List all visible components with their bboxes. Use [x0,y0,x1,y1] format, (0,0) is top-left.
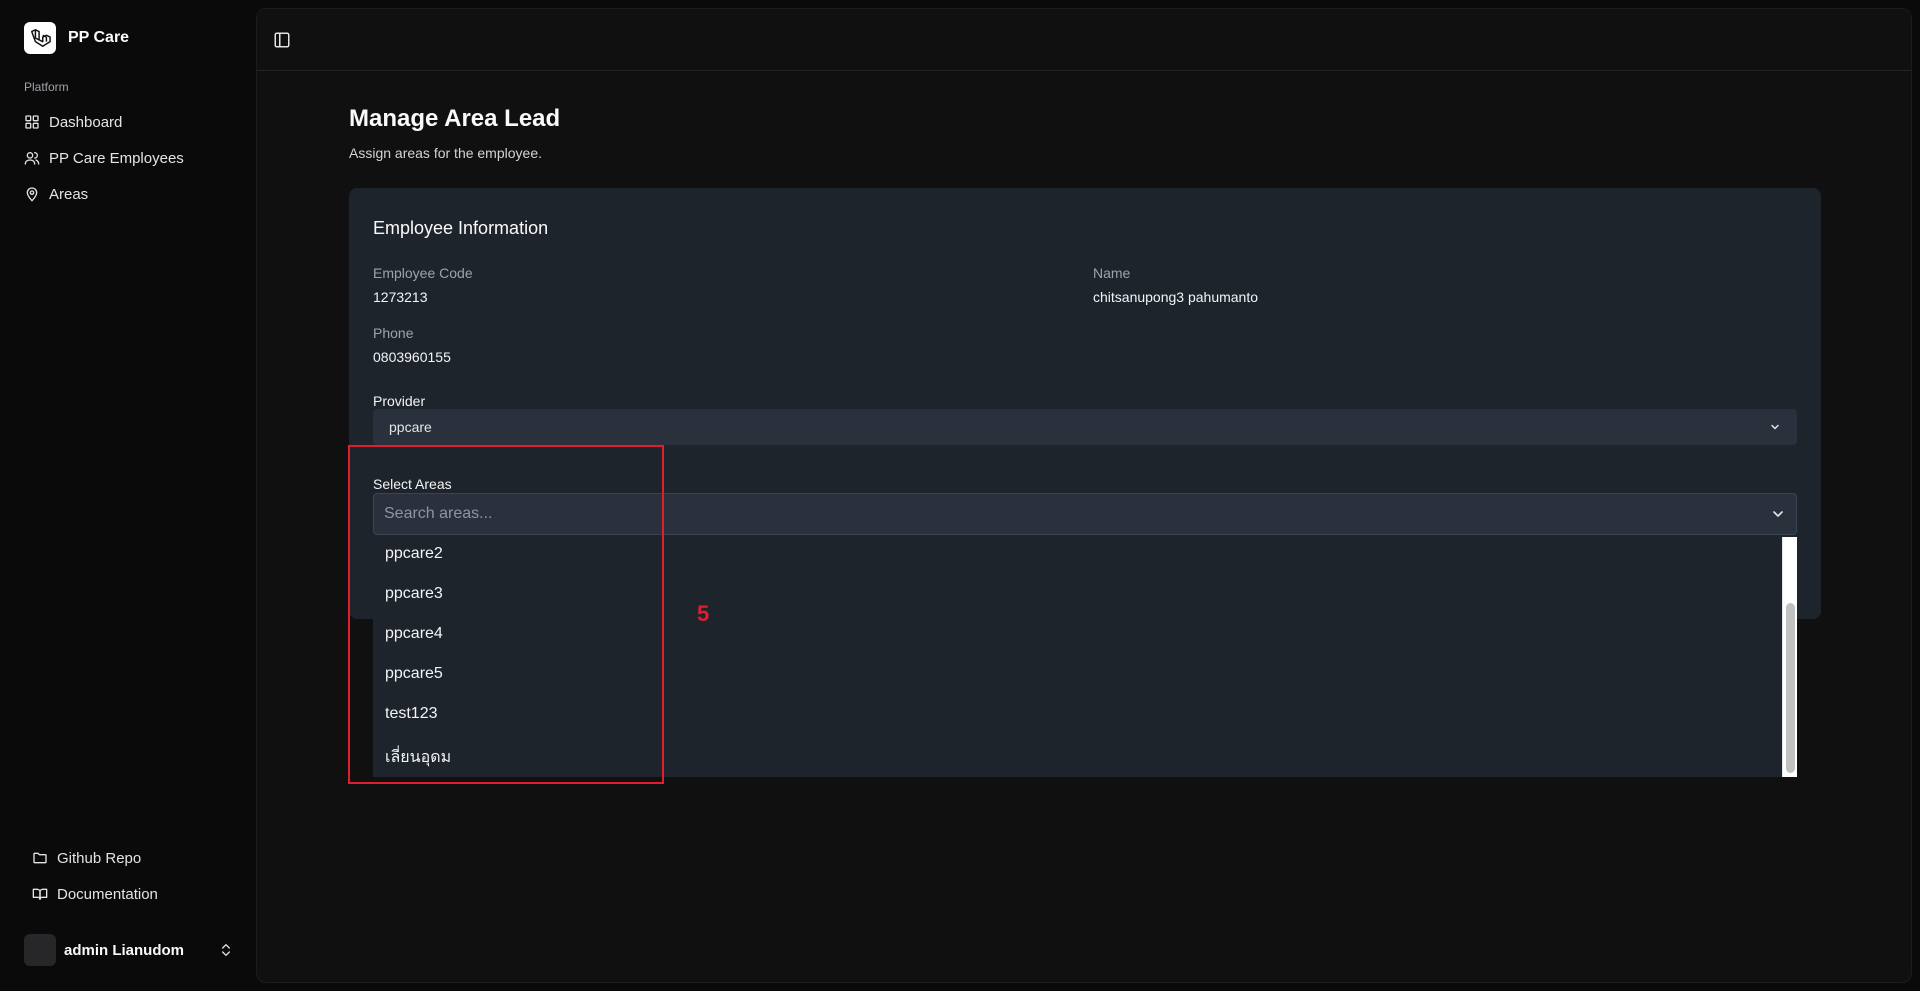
employee-code-value: 1273213 [373,289,428,305]
provider-select[interactable]: ppcare [373,409,1797,445]
sidebar-item-employees[interactable]: PP Care Employees [24,140,240,176]
phone-label: Phone [373,325,414,341]
grid-icon [25,115,39,129]
chevrons-up-down-icon [222,944,230,956]
name-label: Name [1093,265,1131,281]
sidebar-item-label: Dashboard [49,113,123,131]
name-value: chitsanupong3 pahumanto [1093,289,1259,305]
provider-selected-value: ppcare [389,419,432,435]
chevron-down-icon[interactable] [1770,506,1786,522]
sidebar-item-github-repo[interactable]: Github Repo [32,840,242,876]
dropdown-scrollbar[interactable] [1782,537,1797,777]
sidebar-toggle-icon[interactable] [273,31,291,49]
card-title: Employee Information [373,218,549,238]
employee-code-label: Employee Code [373,265,473,281]
nav-group-label: Platform [24,80,69,94]
map-pin-icon [26,187,38,202]
folder-icon [33,852,47,864]
secondary-nav: Github Repo Documentation [32,840,242,912]
brand[interactable]: PP Care [24,22,129,54]
page-subtitle: Assign areas for the employee. [349,145,542,161]
chevron-down-icon [1771,424,1779,430]
sidebar-item-label: Areas [49,185,89,203]
sidebar-item-areas[interactable]: Areas [24,176,240,212]
laravel-logo-icon [24,22,56,54]
user-menu[interactable]: admin Lianudom [24,934,234,966]
annotation-highlight-box [348,445,664,784]
sidebar-item-label: Github Repo [57,849,142,867]
users-icon [24,152,40,165]
book-icon [32,888,48,900]
sidebar-item-label: Documentation [57,885,158,903]
annotation-number: 5 [697,601,710,626]
app-name: PP Care [68,29,130,46]
phone-value: 0803960155 [373,349,451,365]
avatar [24,934,56,966]
scrollbar-thumb[interactable] [1786,603,1795,773]
sidebar-item-label: PP Care Employees [49,149,184,167]
page-title: Manage Area Lead [349,105,561,132]
sidebar-item-dashboard[interactable]: Dashboard [24,104,240,140]
sidebar: PP Care Platform Dashboard PP Care Emplo… [0,0,256,991]
provider-label: Provider [373,393,426,409]
topbar [257,9,1911,71]
user-name: admin Lianudom [64,941,184,959]
sidebar-item-documentation[interactable]: Documentation [32,876,242,912]
main-nav: Dashboard PP Care Employees Areas [24,104,240,212]
